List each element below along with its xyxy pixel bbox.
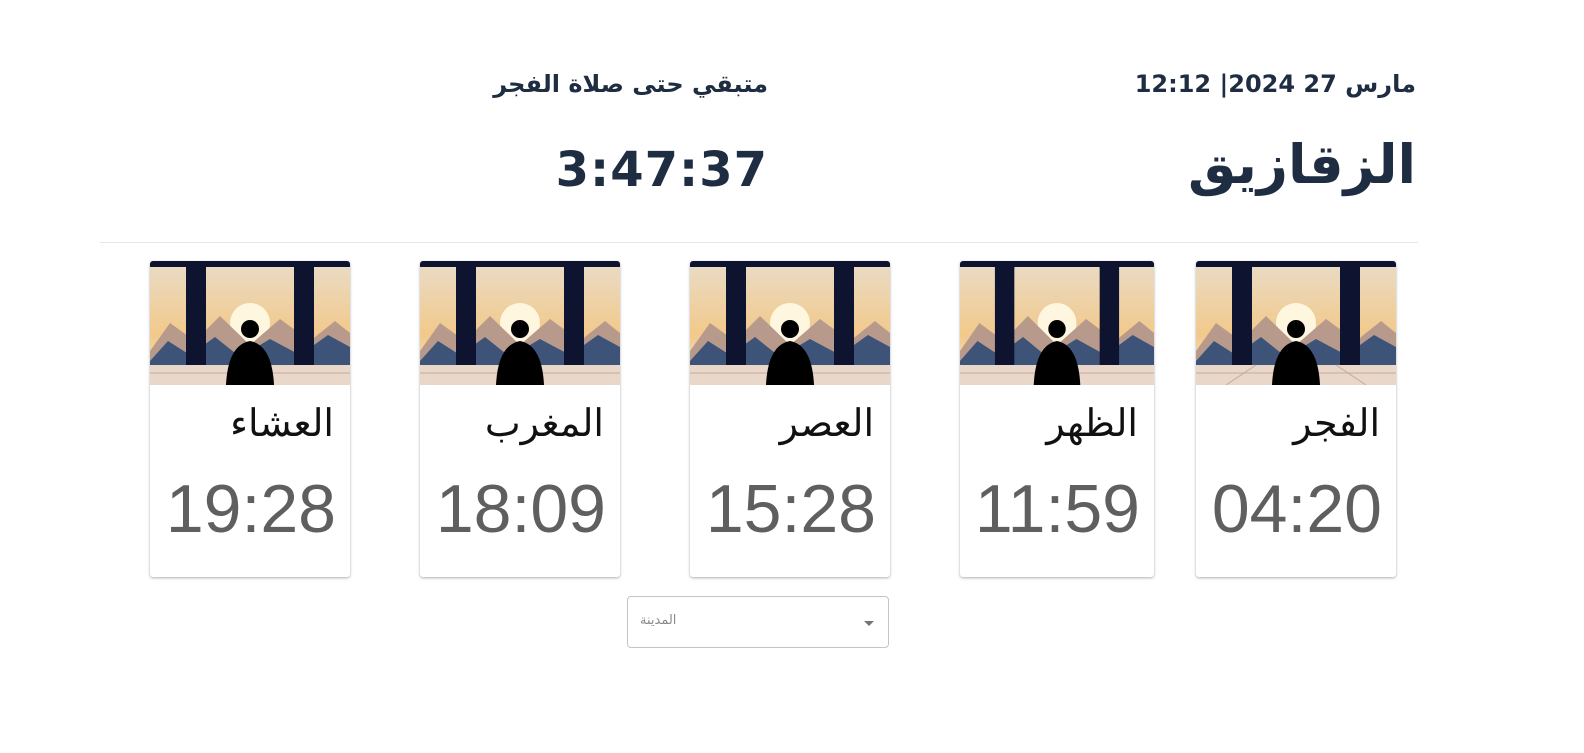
prayer-card-isha: العشاء 19:28 — [150, 261, 350, 577]
prayer-card-dhuhr: الظهر 11:59 — [960, 261, 1154, 577]
divider — [100, 242, 1418, 243]
prayer-card-maghrib: المغرب 18:09 — [420, 261, 620, 577]
prayer-illustration — [420, 261, 620, 385]
city-name: الزقازيق — [1187, 133, 1416, 196]
prayer-times-page: مارس 27 2024| 12:12 متبقي حتى صلاة الفجر… — [0, 0, 1584, 753]
city-select-placeholder: المدينة — [640, 613, 677, 628]
prayer-illustration — [1196, 261, 1396, 385]
prayer-illustration — [150, 261, 350, 385]
prayer-name: العصر — [779, 401, 874, 445]
prayer-name: الظهر — [1046, 401, 1138, 445]
prayer-name: المغرب — [484, 401, 604, 445]
prayer-name: العشاء — [230, 401, 334, 445]
remaining-label: متبقي حتى صلاة الفجر — [493, 70, 768, 98]
city-select[interactable]: المدينة — [627, 596, 889, 648]
countdown-timer: 3:47:37 — [555, 142, 768, 198]
prayer-illustration — [960, 261, 1154, 385]
prayer-time: 19:28 — [165, 471, 336, 547]
chevron-down-icon[interactable] — [864, 621, 874, 626]
prayer-time: 15:28 — [705, 471, 876, 547]
prayer-time: 11:59 — [974, 471, 1140, 547]
prayer-time: 04:20 — [1211, 471, 1382, 547]
prayer-name: الفجر — [1293, 401, 1380, 445]
prayer-card-fajr: الفجر 04:20 — [1196, 261, 1396, 577]
date-time: مارس 27 2024| 12:12 — [1134, 70, 1416, 98]
prayer-illustration — [690, 261, 890, 385]
prayer-time: 18:09 — [435, 471, 606, 547]
prayer-card-asr: العصر 15:28 — [690, 261, 890, 577]
